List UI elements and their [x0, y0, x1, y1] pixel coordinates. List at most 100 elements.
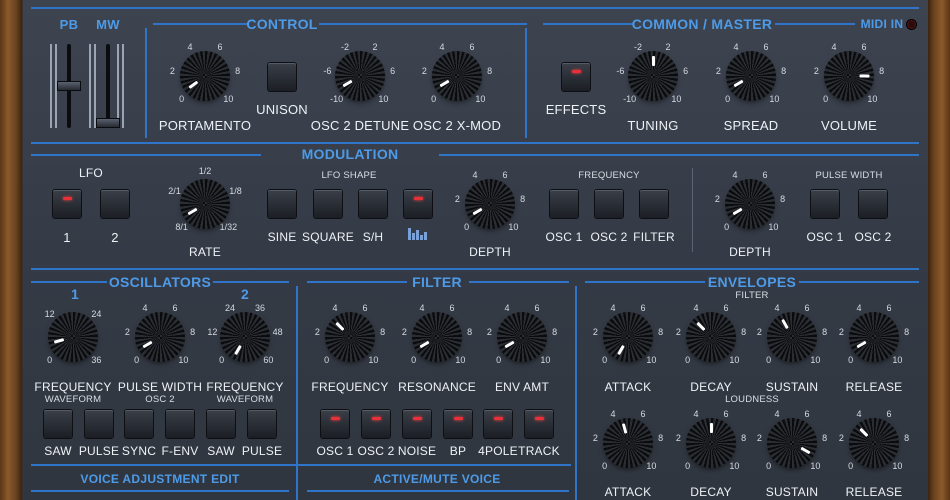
knob-tick-label: 1/32	[219, 222, 238, 233]
resonance-knob[interactable]: 0 2 4 6 8 10	[402, 303, 472, 366]
loudness-sustain-knob[interactable]: 0 2 4 6 8 10	[757, 409, 827, 472]
knob-tick-label: 8	[741, 326, 747, 337]
knob-tick-label: 36	[254, 302, 265, 313]
filter-osc1-button[interactable]	[321, 410, 349, 438]
lfo-random-button[interactable]	[404, 190, 432, 218]
knob-pointer	[418, 340, 430, 349]
pulse-width-knob[interactable]: 0 2 4 6 8 10	[125, 303, 195, 366]
control-rule-left	[153, 23, 249, 25]
voice-adjust-rule	[31, 490, 289, 492]
knob-face	[180, 179, 230, 229]
common-rule-right	[775, 23, 855, 25]
knob-tick-label: 12	[44, 308, 55, 319]
knob-tick-label: 2	[813, 65, 819, 76]
filter-sustain-knob[interactable]: 0 2 4 6 8 10	[757, 303, 827, 366]
knob-tick-label: 8	[780, 193, 786, 204]
spread-knob[interactable]: 0 2 4 6 8 10	[716, 42, 786, 105]
filter-attack-knob[interactable]: 0 2 4 6 8 10	[593, 303, 663, 366]
lfo-depth-knob[interactable]: 0 2 4 6 8 10	[455, 170, 525, 233]
filter-osc2-button[interactable]	[362, 410, 390, 438]
filter-decay-knob[interactable]: 0 2 4 6 8 10	[676, 303, 746, 366]
knob-tick-label: 10	[178, 355, 189, 366]
env-filter-sublabel: FILTER	[735, 290, 769, 301]
lfo2-button[interactable]	[101, 190, 129, 218]
knob-tick-label: 10	[671, 94, 682, 105]
env-amt-label: ENV AMT	[494, 380, 550, 394]
knob-tick-label: 10	[368, 355, 379, 366]
lfo-square-button[interactable]	[314, 190, 342, 218]
filter-noise-button[interactable]	[403, 410, 431, 438]
modulation-header: MODULATION	[301, 146, 399, 162]
knob-tick-label: 0	[724, 222, 730, 233]
knob-pointer	[341, 79, 353, 88]
knob-tick-label: 8	[741, 432, 747, 443]
knob-tick-label: 6	[723, 408, 729, 419]
mod-freq-osc1-button[interactable]	[550, 190, 578, 218]
square-label: SQUARE	[302, 230, 354, 244]
osc2-frequency-knob[interactable]: 0 12 24 36 48 60	[207, 303, 282, 366]
random-wave-icon	[408, 228, 428, 240]
knob-pointer	[858, 427, 868, 437]
osc2-detune-label: OSC 2 DETUNE	[310, 118, 410, 133]
osc2-detune-knob[interactable]: -10 -6 -2 2 6 10	[323, 42, 395, 105]
knob-tick-label: 0	[411, 355, 417, 366]
knob-pointer	[732, 79, 744, 88]
knob-tick-label: 0	[848, 461, 854, 472]
osc1-frequency-knob[interactable]: 0 12 24 36	[45, 309, 102, 366]
fenv-button[interactable]	[166, 410, 194, 438]
filter-frequency-knob[interactable]: 0 2 4 6 8 10	[315, 303, 385, 366]
volume-knob[interactable]: 0 2 4 6 8 10	[814, 42, 884, 105]
knob-tick-label: 2	[372, 41, 378, 52]
knob-tick-label: 2	[592, 326, 598, 337]
lower-rule-top	[31, 268, 919, 270]
sync-button[interactable]	[125, 410, 153, 438]
lfo-rate-knob[interactable]: 8/1 2/1 1/2 1/8 1/32	[168, 166, 241, 232]
loudness-decay-knob[interactable]: 0 2 4 6 8 10	[676, 409, 746, 472]
knob-tick-label: 0	[219, 355, 225, 366]
loudness-sustain-label: SUSTAIN	[765, 485, 819, 499]
pw-osc1-button[interactable]	[811, 190, 839, 218]
osc2-xmod-knob[interactable]: 0 2 4 6 8 10	[422, 42, 492, 105]
mod-freq-osc2-button[interactable]	[595, 190, 623, 218]
knob-tick-label: 10	[769, 94, 780, 105]
knob-face	[335, 51, 385, 101]
portamento-knob[interactable]: 0 2 4 6 8 10	[170, 42, 240, 105]
lfo1-button[interactable]	[53, 190, 81, 218]
filter-decay-label: DECAY	[690, 380, 732, 394]
osc2-pulse-button[interactable]	[248, 410, 276, 438]
osc2-saw-button[interactable]	[207, 410, 235, 438]
osc1-saw-button[interactable]	[44, 410, 72, 438]
knob-pointer	[855, 340, 867, 349]
pw-depth-knob[interactable]: 0 2 4 6 8 10	[715, 170, 785, 233]
osc1-pulse-button[interactable]	[85, 410, 113, 438]
filter-release-knob[interactable]: 0 2 4 6 8 10	[839, 303, 909, 366]
knob-tick-label: 8	[487, 65, 493, 76]
env-amt-knob[interactable]: 0 2 4 6 8 10	[487, 303, 557, 366]
knob-tick-label: 10	[729, 461, 740, 472]
button-led	[372, 417, 381, 420]
knob-tick-label: 4	[439, 41, 445, 52]
knob-tick-label: 4	[610, 408, 616, 419]
loudness-attack-knob[interactable]: 0 2 4 6 8 10	[593, 409, 663, 472]
button-led	[494, 417, 503, 420]
mod-freq-filter-button[interactable]	[640, 190, 668, 218]
loudness-release-knob[interactable]: 0 2 4 6 8 10	[839, 409, 909, 472]
knob-tick-label: 10	[810, 355, 821, 366]
button-led	[454, 417, 463, 420]
pw-osc2-button[interactable]	[859, 190, 887, 218]
resonance-label: RESONANCE	[398, 380, 476, 394]
effects-button[interactable]	[562, 63, 590, 91]
pitch-bend-wheel[interactable]	[57, 81, 81, 91]
mod-wheel[interactable]	[96, 118, 120, 128]
lfo-sine-button[interactable]	[268, 190, 296, 218]
filter-track-button[interactable]	[525, 410, 553, 438]
knob-tick-label: -6	[616, 65, 625, 76]
tuning-knob[interactable]: -10 -6 -2 2 6 10	[616, 42, 688, 105]
filter-4pole-button[interactable]	[484, 410, 512, 438]
filter-bp-button[interactable]	[444, 410, 472, 438]
lfo-sh-button[interactable]	[359, 190, 387, 218]
envelopes-header: ENVELOPES	[707, 274, 797, 290]
knob-tick-label: 6	[469, 41, 475, 52]
knob-tick-label: 10	[892, 461, 903, 472]
unison-button[interactable]	[268, 63, 296, 91]
